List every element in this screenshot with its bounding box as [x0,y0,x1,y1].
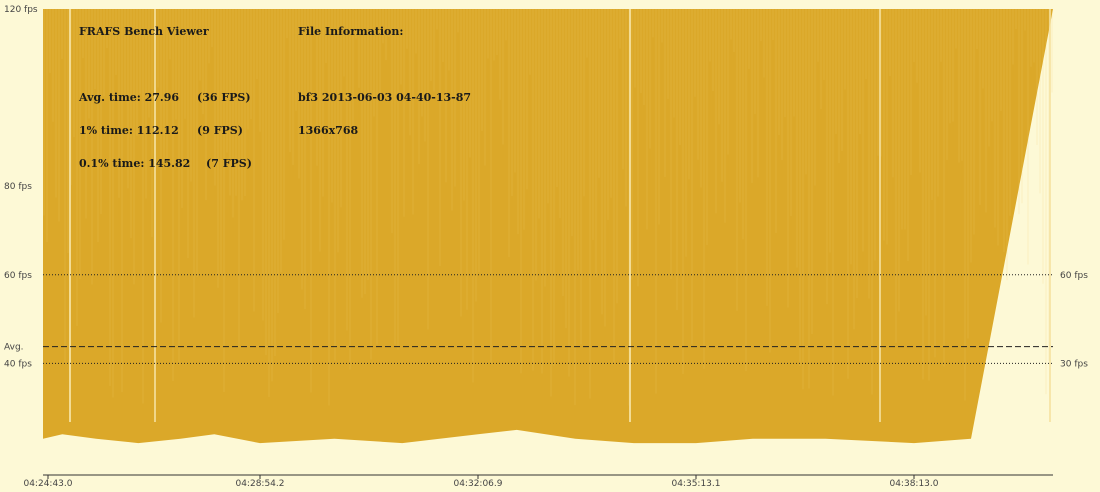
x-tick-label: 04:32:06.9 [453,479,502,489]
x-tick-label: 04:24:43.0 [23,479,72,489]
file-info-heading: File Information: [298,25,404,38]
stat-1pct-label: 1% time: 112.12 [79,124,179,137]
x-tick-label: 04:28:54.2 [235,479,284,489]
avg-label: Avg. [4,343,24,353]
y-tick-left-80: 80 fps [4,182,32,192]
stat-01pct-label: 0.1% time: 145.82 [79,157,191,170]
x-tick-label: 04:35:13.1 [671,479,720,489]
y-tick-left-120: 120 fps [4,5,38,15]
viewer-info: FRAFS Bench Viewer Avg. time: 27.96 (36 F… [79,4,252,180]
x-axis: 04:24:43.0 04:28:54.2 04:32:06.9 04:35:13.1… [23,474,1053,489]
y-tick-left-60: 60 fps [4,271,32,281]
y-tick-right-60: 60 fps [1060,271,1088,281]
file-name: bf3 2013-06-03 04-40-13-87 [298,91,472,104]
y-tick-left-40: 40 fps [4,359,32,369]
stat-avg-label: Avg. time: 27.96 [79,91,180,104]
x-tick-label: 04:38:13.0 [889,479,938,489]
file-resolution: 1366x768 [298,124,359,137]
stat-avg-fps: (36 FPS) [197,91,251,104]
y-tick-right-40: 30 fps [1060,359,1088,369]
stat-01pct-fps: (7 FPS) [206,157,252,170]
file-info: File Information: bf3 2013-06-03 04-40-1… [298,4,471,147]
stat-1pct-fps: (9 FPS) [197,124,243,137]
viewer-title: FRAFS Bench Viewer [79,25,209,38]
